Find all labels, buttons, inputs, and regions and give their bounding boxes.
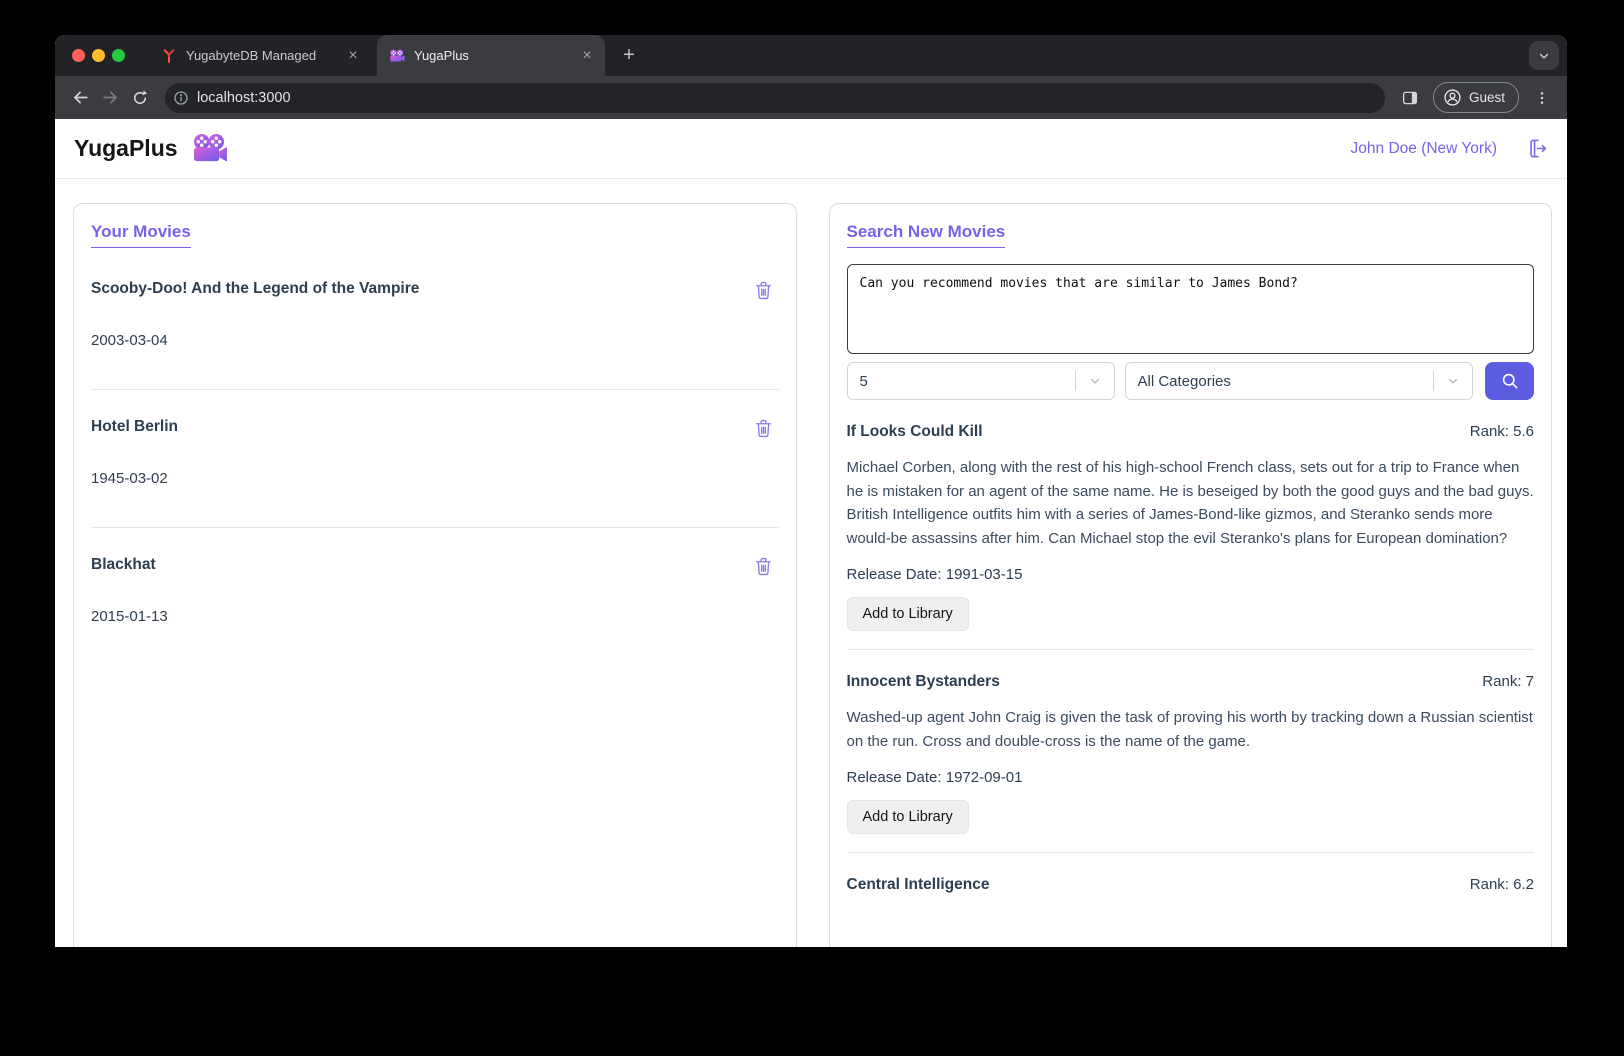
result-release-date: Release Date: 1972-09-01 <box>847 769 1535 786</box>
trash-icon <box>754 556 773 577</box>
add-to-library-button[interactable]: Add to Library <box>847 597 969 631</box>
side-panel-icon <box>1401 89 1419 107</box>
profile-label: Guest <box>1469 90 1505 105</box>
kebab-menu-icon <box>1534 90 1550 106</box>
trash-icon <box>754 280 773 301</box>
close-window-button[interactable] <box>72 49 85 62</box>
site-info-icon[interactable] <box>173 90 189 106</box>
movie-camera-icon <box>191 133 228 164</box>
back-button[interactable] <box>65 83 95 113</box>
address-bar[interactable]: localhost:3000 <box>165 83 1385 113</box>
movie-list: Scooby-Doo! And the Legend of the Vampir… <box>91 252 779 665</box>
app-header: YugaPlus John Doe (New York) <box>55 119 1567 179</box>
search-result: Central Intelligence Rank: 6.2 <box>847 853 1535 912</box>
result-rank: Rank: 6.2 <box>1470 876 1534 893</box>
url-text: localhost:3000 <box>197 90 291 106</box>
movie-title: Scooby-Doo! And the Legend of the Vampir… <box>91 280 419 298</box>
search-result: If Looks Could Kill Rank: 5.6 Michael Co… <box>847 400 1535 650</box>
back-arrow-icon <box>71 88 90 107</box>
logout-button[interactable] <box>1525 137 1548 160</box>
side-panel-button[interactable] <box>1395 83 1425 113</box>
movie-title: Blackhat <box>91 556 156 574</box>
tab-search-button[interactable] <box>1529 41 1559 70</box>
magnifier-icon <box>1500 371 1520 391</box>
movie-release-date: 2003-03-04 <box>91 332 779 349</box>
result-description: Michael Corben, along with the rest of h… <box>847 456 1535 550</box>
close-tab-icon[interactable]: × <box>577 46 597 66</box>
user-profile-link[interactable]: John Doe (New York) <box>1351 140 1497 158</box>
result-limit-select[interactable]: 5 <box>847 362 1115 400</box>
delete-movie-button[interactable] <box>748 556 779 577</box>
delete-movie-button[interactable] <box>748 418 779 439</box>
your-movies-panel: Your Movies Scooby-Doo! And the Legend o… <box>73 203 797 947</box>
your-movies-heading: Your Movies <box>91 222 191 248</box>
library-movie-row: Scooby-Doo! And the Legend of the Vampir… <box>91 252 779 390</box>
library-movie-row: Blackhat 2015-01-13 <box>91 528 779 665</box>
forward-button[interactable] <box>95 83 125 113</box>
minimize-window-button[interactable] <box>92 49 105 62</box>
tab-strip: YugabyteDB Managed × YugaPlus × <box>55 35 1567 76</box>
profile-button[interactable]: Guest <box>1433 82 1519 113</box>
yugabytedb-logo-icon <box>161 48 177 64</box>
search-controls: 5 All Categories <box>847 362 1535 400</box>
browser-window: YugabyteDB Managed × YugaPlus × <box>55 35 1567 947</box>
reload-button[interactable] <box>125 83 155 113</box>
close-tab-icon[interactable]: × <box>343 46 363 66</box>
tab-yugaplus[interactable]: YugaPlus × <box>377 35 605 76</box>
tab-yugabytedb-managed[interactable]: YugabyteDB Managed × <box>149 35 371 76</box>
category-value: All Categories <box>1126 373 1434 390</box>
new-tab-button[interactable]: + <box>615 42 643 70</box>
chevron-down-icon <box>1537 49 1551 63</box>
search-button[interactable] <box>1485 362 1534 400</box>
traffic-lights <box>55 49 137 62</box>
result-rank: Rank: 7 <box>1482 673 1534 690</box>
browser-toolbar: localhost:3000 Guest <box>55 76 1567 119</box>
movie-release-date: 1945-03-02 <box>91 470 779 487</box>
logout-icon <box>1525 137 1548 160</box>
tab-title: YugaPlus <box>414 48 577 63</box>
reload-icon <box>131 89 149 107</box>
search-heading: Search New Movies <box>847 222 1006 248</box>
search-query-input[interactable]: Can you recommend movies that are simila… <box>847 264 1535 354</box>
movie-camera-favicon-icon <box>389 49 405 63</box>
forward-arrow-icon <box>101 88 120 107</box>
delete-movie-button[interactable] <box>748 280 779 301</box>
result-release-date: Release Date: 1991-03-15 <box>847 566 1535 583</box>
movie-title: Hotel Berlin <box>91 418 178 436</box>
result-limit-value: 5 <box>848 373 1075 390</box>
movie-release-date: 2015-01-13 <box>91 608 779 625</box>
result-rank: Rank: 5.6 <box>1470 423 1534 440</box>
trash-icon <box>754 418 773 439</box>
browser-menu-button[interactable] <box>1527 83 1557 113</box>
guest-avatar-icon <box>1443 88 1462 107</box>
result-description: Washed-up agent John Craig is given the … <box>847 706 1535 753</box>
search-panel: Search New Movies Can you recommend movi… <box>829 203 1553 947</box>
chevron-down-icon <box>1088 374 1102 388</box>
app-title: YugaPlus <box>74 135 178 162</box>
zoom-window-button[interactable] <box>112 49 125 62</box>
result-title: If Looks Could Kill <box>847 423 983 441</box>
category-select[interactable]: All Categories <box>1125 362 1474 400</box>
yugaplus-page: YugaPlus John Doe (New York) <box>55 119 1567 947</box>
result-title: Central Intelligence <box>847 876 990 894</box>
result-title: Innocent Bystanders <box>847 673 1000 691</box>
main-content: Your Movies Scooby-Doo! And the Legend o… <box>55 179 1567 947</box>
add-to-library-button[interactable]: Add to Library <box>847 800 969 834</box>
library-movie-row: Hotel Berlin 1945-03-02 <box>91 390 779 528</box>
search-result: Innocent Bystanders Rank: 7 Washed-up ag… <box>847 650 1535 853</box>
search-results: If Looks Could Kill Rank: 5.6 Michael Co… <box>847 400 1535 912</box>
chevron-down-icon <box>1446 374 1460 388</box>
tab-title: YugabyteDB Managed <box>186 48 343 63</box>
